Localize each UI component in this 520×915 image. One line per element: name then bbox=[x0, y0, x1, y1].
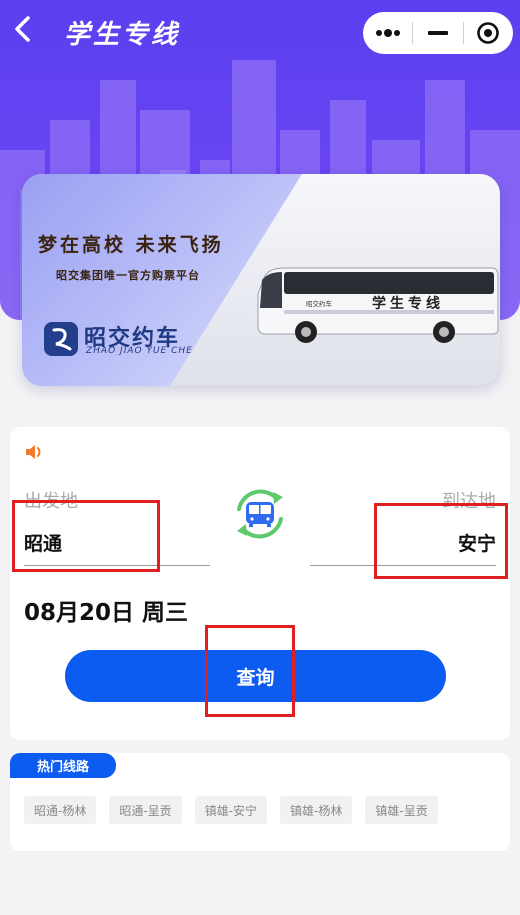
promo-banner[interactable]: 梦在高校 未来飞扬 昭交集团唯一官方购票平台 昭交约车 ZHAO JIAO YU… bbox=[22, 174, 500, 386]
speaker-icon[interactable] bbox=[24, 442, 46, 462]
more-dots-icon bbox=[375, 29, 400, 37]
more-button[interactable] bbox=[363, 12, 412, 54]
route-chip[interactable]: 昭通-杨林 bbox=[24, 796, 97, 824]
route-chip[interactable]: 镇雄-杨林 bbox=[280, 796, 353, 824]
bus-brand: 昭交约车 bbox=[306, 299, 333, 308]
swap-cities-bus-icon[interactable] bbox=[229, 483, 291, 545]
brand-logo-icon bbox=[44, 322, 78, 356]
minus-icon bbox=[427, 31, 448, 35]
route-chip[interactable]: 镇雄-安宁 bbox=[194, 796, 268, 824]
target-circle-icon bbox=[477, 22, 500, 44]
brand-pinyin: ZHAO JIAO YUE CHE bbox=[86, 346, 193, 356]
route-chip[interactable]: 昭通-呈贡 bbox=[109, 796, 182, 824]
hot-routes-title: 热门线路 bbox=[10, 753, 116, 778]
page-title: 学生专线 bbox=[64, 20, 181, 50]
departure-date[interactable]: 08月20日 周三 bbox=[24, 593, 188, 627]
chevron-left-icon bbox=[15, 16, 30, 42]
close-button[interactable] bbox=[464, 12, 513, 54]
minimize-button[interactable] bbox=[413, 12, 462, 54]
route-chip[interactable]: 镇雄-呈贡 bbox=[365, 796, 438, 824]
bus-illustration: 昭交约车 学生专线 bbox=[257, 267, 499, 343]
hot-routes-card: 热门线路 昭通-杨林 昭通-呈贡 镇雄-安宁 镇雄-杨林 镇雄-呈贡 bbox=[10, 753, 510, 851]
hot-routes-list: 昭通-杨林 昭通-呈贡 镇雄-安宁 镇雄-杨林 镇雄-呈贡 bbox=[24, 796, 438, 824]
banner-sub-slogan: 昭交集团唯一官方购票平台 bbox=[56, 269, 200, 282]
annotation-box-departure bbox=[12, 500, 160, 572]
bus-label: 学生专线 bbox=[372, 295, 444, 312]
annotation-box-arrival bbox=[374, 503, 508, 579]
annotation-box-query bbox=[205, 625, 295, 717]
back-button[interactable] bbox=[10, 12, 40, 46]
top-bar: 学生专线 bbox=[0, 0, 520, 64]
banner-slogan: 梦在高校 未来飞扬 bbox=[38, 234, 224, 256]
miniprogram-capsule bbox=[363, 12, 513, 54]
